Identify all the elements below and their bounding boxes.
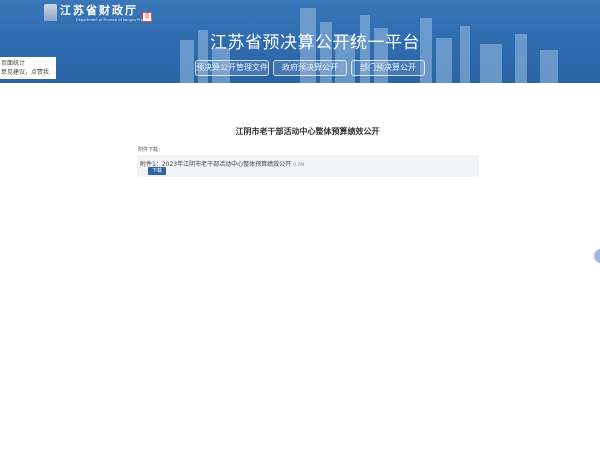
brand-name: 江苏省财政厅	[60, 4, 138, 17]
nav-government-budget[interactable]: 政府预决算公开	[273, 60, 347, 76]
site-header: 江苏省财政厅 Department of Finance of Jiangsu …	[0, 0, 600, 83]
site-logo[interactable]: 江苏省财政厅 Department of Finance of Jiangsu …	[44, 4, 152, 26]
download-button[interactable]: 下载	[148, 167, 166, 175]
brand-subtitle: Department of Finance of Jiangsu Provinc…	[76, 18, 153, 22]
building-emblem-icon	[44, 4, 57, 21]
document-title: 江阴市老干部活动中心整体预算绩效公开	[235, 127, 380, 136]
nav-budget-files[interactable]: 预决算公开管理文件	[195, 60, 269, 76]
notice-line: 页面统计	[1, 60, 26, 67]
main-content: 江阴市老干部活动中心整体预算绩效公开 附件下载： 附件1：2023年江阴市老干部…	[0, 83, 600, 462]
attachment-item: 附件1：2023年江阴市老干部活动中心整体预算绩效公开 0.7M 下载	[137, 155, 479, 177]
attachment-label: 附件下载：	[138, 147, 164, 153]
attachment-size: 0.7M	[293, 163, 305, 168]
nav-department-budget[interactable]: 部门预决算公开	[351, 60, 425, 76]
site-title: 江苏省预决算公开统一平台	[210, 33, 420, 53]
floating-notice[interactable]: 页面统计 意见建议，点赞我	[0, 57, 56, 79]
notice-line: 意见建议，点赞我	[1, 69, 50, 76]
